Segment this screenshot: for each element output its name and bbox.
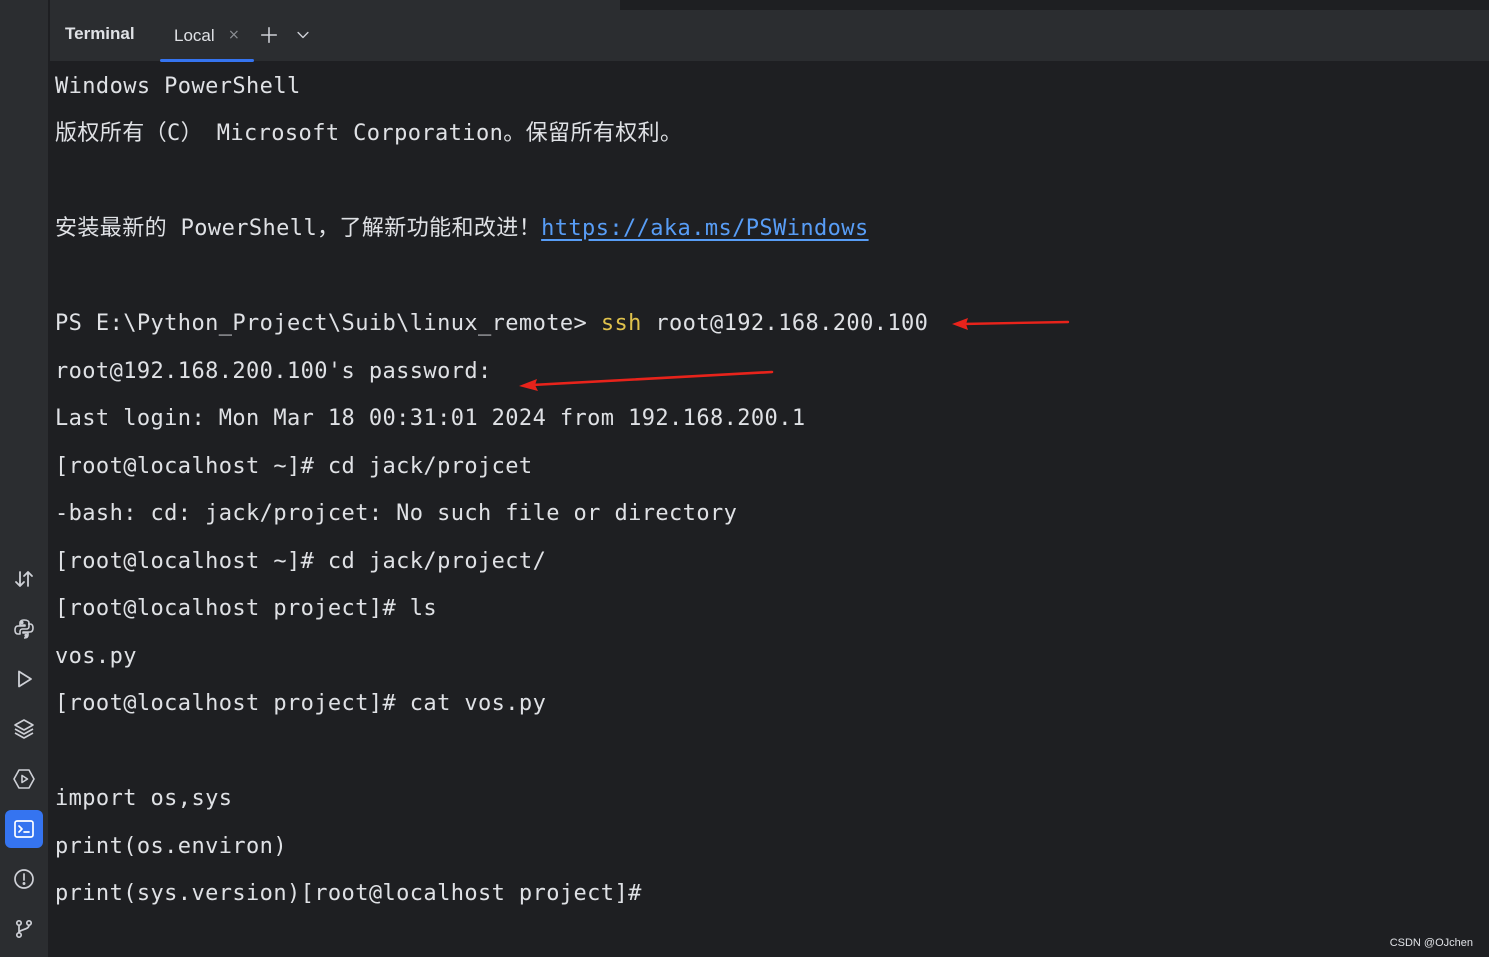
- output-line: [root@localhost project]# cat vos.py: [55, 691, 547, 716]
- watermark: CSDN @OJchen: [1389, 937, 1473, 949]
- powershell-link[interactable]: https://aka.ms/PSWindows: [541, 216, 868, 241]
- output-line: 安装最新的 PowerShell，了解新功能和改进！https://aka.ms…: [55, 215, 869, 243]
- prompt-path: PS E:\Python_Project\Suib\linux_remote>: [55, 311, 601, 336]
- code-line: print(sys.version)[root@localhost projec…: [55, 881, 642, 906]
- output-line: [root@localhost project]# ls: [55, 596, 438, 621]
- problems-icon[interactable]: [5, 860, 43, 898]
- code-line: print(os.environ): [55, 834, 287, 859]
- layers-icon[interactable]: [5, 710, 43, 748]
- run-icon[interactable]: [5, 660, 43, 698]
- editor-scroll-strip: [50, 0, 620, 10]
- sort-arrows-icon[interactable]: [5, 560, 43, 598]
- code-line: import os,sys: [55, 786, 233, 811]
- terminal-output[interactable]: Windows PowerShell 版权所有（C） Microsoft Cor…: [50, 63, 1489, 957]
- output-line: [root@localhost ~]# cd jack/projcet: [55, 454, 533, 479]
- password-prompt: root@192.168.200.100's password:: [55, 359, 492, 384]
- output-line: vos.py: [55, 644, 137, 669]
- prompt-line: PS E:\Python_Project\Suib\linux_remote> …: [55, 310, 928, 338]
- tab-local-label: Local: [174, 26, 215, 45]
- tab-local[interactable]: Local ×: [160, 10, 254, 62]
- prompt-args: root@192.168.200.100: [641, 311, 929, 336]
- terminal-toolbar: Terminal Local ×: [50, 10, 1489, 62]
- active-tab-indicator: [160, 59, 254, 62]
- tool-window-bar: [0, 0, 49, 957]
- install-text: 安装最新的 PowerShell，了解新功能和改进！: [55, 216, 542, 241]
- chevron-down-icon[interactable]: [292, 24, 314, 46]
- editor-area-edge: [0, 0, 1489, 10]
- services-icon[interactable]: [5, 760, 43, 798]
- prompt-command: ssh: [600, 311, 642, 336]
- output-line: Windows PowerShell: [55, 74, 301, 99]
- ide-window: Terminal Local × Windows PowerShell 版权所有…: [0, 0, 1489, 957]
- python-icon[interactable]: [5, 610, 43, 648]
- terminal-icon[interactable]: [5, 810, 43, 848]
- output-line: Last login: Mon Mar 18 00:31:01 2024 fro…: [55, 406, 806, 431]
- annotation-arrow-password: [519, 370, 774, 391]
- git-branch-icon[interactable]: [5, 910, 43, 948]
- new-tab-plus-icon[interactable]: [258, 24, 280, 46]
- output-line: 版权所有（C） Microsoft Corporation。保留所有权利。: [55, 121, 683, 146]
- output-line: [root@localhost ~]# cd jack/project/: [55, 549, 547, 574]
- error-line: -bash: cd: jack/projcet: No such file or…: [55, 501, 738, 526]
- terminal-title: Terminal: [65, 24, 135, 43]
- annotation-arrow-ssh: [952, 318, 1070, 330]
- close-icon[interactable]: ×: [228, 27, 240, 43]
